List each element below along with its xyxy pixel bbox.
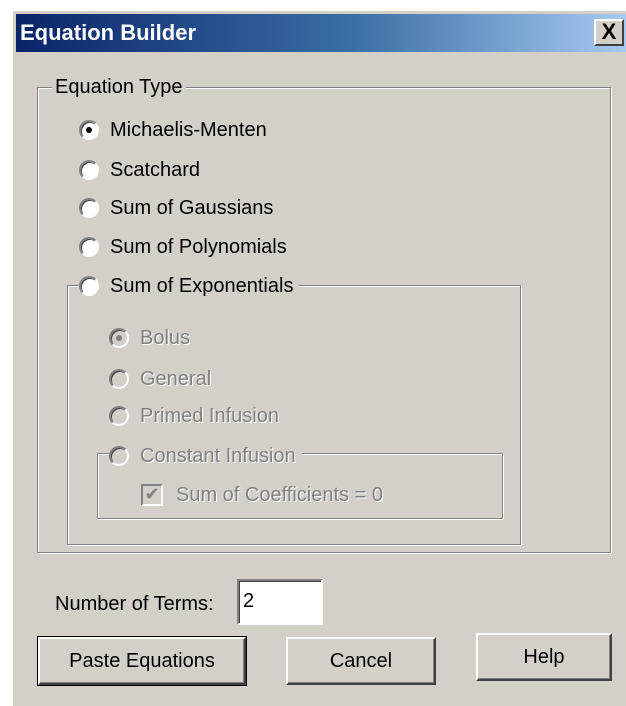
radio-label: Sum of Polynomials xyxy=(110,235,287,258)
radio-bolus[interactable]: Bolus xyxy=(109,324,197,352)
radio-button-icon[interactable] xyxy=(79,276,99,296)
checkbox-sum-of-coefficients[interactable]: ✔ Sum of Coefficients = 0 xyxy=(141,481,383,509)
radio-label: Sum of Gaussians xyxy=(110,196,274,219)
paste-equations-button[interactable]: Paste Equations xyxy=(37,636,247,686)
radio-label: Scatchard xyxy=(110,158,201,181)
radio-button-icon[interactable] xyxy=(109,328,129,348)
radio-label: Constant Infusion xyxy=(140,444,296,467)
radio-button-icon[interactable] xyxy=(79,120,99,140)
close-icon: X xyxy=(601,19,617,44)
radio-button-icon[interactable] xyxy=(79,237,99,257)
radio-button-icon[interactable] xyxy=(109,369,129,389)
radio-label: Primed Infusion xyxy=(140,404,279,427)
checkmark-icon[interactable]: ✔ xyxy=(141,484,163,506)
close-button[interactable]: X xyxy=(594,19,624,46)
radio-button-icon[interactable] xyxy=(109,406,129,426)
checkbox-label: Sum of Coefficients = 0 xyxy=(176,483,383,506)
cancel-button[interactable]: Cancel xyxy=(286,637,436,685)
radio-michaelis-menten[interactable]: Michaelis-Menten xyxy=(79,116,273,144)
radio-button-icon[interactable] xyxy=(109,446,129,466)
radio-label: Sum of Exponentials xyxy=(110,274,294,297)
number-of-terms-input[interactable]: 2 xyxy=(237,579,323,625)
radio-primed-infusion[interactable]: Primed Infusion xyxy=(109,402,285,430)
radio-scatchard[interactable]: Scatchard xyxy=(79,156,207,184)
radio-label: Michaelis-Menten xyxy=(110,118,267,141)
radio-constant-infusion[interactable]: Constant Infusion xyxy=(109,442,302,470)
radio-sum-of-gaussians[interactable]: Sum of Gaussians xyxy=(79,194,280,222)
equation-builder-dialog: Equation Builder X Equation Type Michael… xyxy=(12,10,626,706)
radio-label: Bolus xyxy=(140,326,191,349)
radio-button-icon[interactable] xyxy=(79,198,99,218)
radio-general[interactable]: General xyxy=(109,365,218,393)
radio-label: General xyxy=(140,367,212,390)
title-bar: Equation Builder X xyxy=(16,14,626,52)
window-title: Equation Builder xyxy=(20,20,196,45)
help-button[interactable]: Help xyxy=(476,633,612,681)
radio-sum-of-polynomials[interactable]: Sum of Polynomials xyxy=(79,233,293,261)
equation-type-legend: Equation Type xyxy=(52,76,186,98)
radio-sum-of-exponentials[interactable]: Sum of Exponentials xyxy=(79,272,300,300)
radio-button-icon[interactable] xyxy=(79,160,99,180)
number-of-terms-label: Number of Terms: xyxy=(55,593,214,615)
